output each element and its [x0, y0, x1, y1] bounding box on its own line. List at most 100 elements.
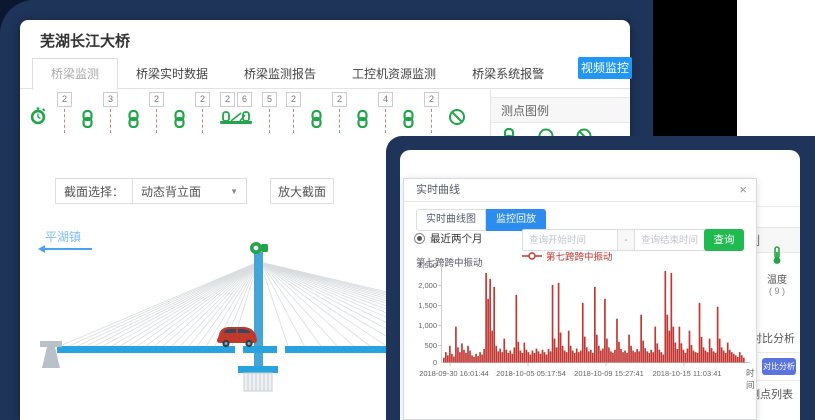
range-separator: -	[618, 229, 634, 251]
abutment	[40, 341, 62, 368]
section-select-dropdown[interactable]: 动态背立面 ▼	[132, 179, 246, 203]
link-icon[interactable]	[173, 110, 186, 128]
dashed-line	[293, 109, 294, 133]
chevron-down-icon: ▼	[230, 187, 238, 196]
sensor-count-badge: 2	[195, 92, 210, 107]
tab-monitor-report[interactable]: 桥梁监测报告	[226, 59, 334, 89]
camera-icon[interactable]	[250, 242, 268, 254]
dashed-line	[339, 109, 340, 133]
chart-bars	[443, 271, 745, 363]
svg-text:1,500: 1,500	[418, 301, 437, 310]
y-axis-labels: 2,500 2,000 1,500 1,000 500 0	[418, 261, 437, 367]
sensor-marker: 4	[378, 92, 393, 133]
link-sensor[interactable]	[402, 92, 415, 128]
x-axis-name: 时间	[746, 367, 756, 391]
link-icon[interactable]	[127, 110, 140, 128]
close-icon[interactable]: ×	[739, 179, 747, 201]
bridge-tower	[254, 252, 263, 374]
link-icon[interactable]	[310, 110, 323, 128]
radio-label: 最近两个月	[430, 231, 483, 246]
realtime-curve-dialog: 实时曲线 × 实时曲线图 监控回放 最近两个月 - 查询 第七跨跨中振动 第七跨…	[403, 178, 757, 420]
tab-bridge-monitor[interactable]: 桥梁监测	[32, 58, 118, 90]
sensor-count-badge: 3	[103, 92, 118, 107]
enlarge-section-button[interactable]: 放大截面	[270, 178, 334, 204]
tower-pier	[238, 366, 278, 391]
sensor-marker: 3	[103, 92, 118, 133]
link-sensor[interactable]	[81, 92, 94, 128]
ban-icon[interactable]	[448, 108, 466, 126]
video-monitor-button[interactable]: 视频监控	[578, 57, 632, 79]
dialog-tab-bar: 实时曲线图 监控回放	[416, 209, 546, 231]
svg-text:2018-09-30 16:01:44: 2018-09-30 16:01:44	[419, 369, 489, 378]
sensor-marker: 2	[286, 92, 301, 133]
sensor-count-badge: 2	[286, 92, 301, 107]
dialog-title: 实时曲线	[416, 179, 460, 201]
tab-ipc-resource[interactable]: 工控机资源监测	[334, 59, 454, 89]
svg-text:1,000: 1,000	[418, 321, 437, 330]
svg-text:2018-10-05 05:17:54: 2018-10-05 05:17:54	[496, 369, 566, 378]
temperature-legend-item[interactable]: 温度 ( 9 )	[755, 246, 799, 296]
link-icon[interactable]	[81, 110, 94, 128]
sensor-count-badge: 2	[57, 92, 72, 107]
link-sensor[interactable]	[173, 92, 186, 128]
link-sensor[interactable]	[310, 92, 323, 128]
svg-text:2,500: 2,500	[418, 261, 437, 270]
tab-monitor-playback[interactable]: 监控回放	[486, 209, 546, 231]
dashed-line	[385, 109, 386, 133]
sensor-marker: 2	[57, 92, 72, 133]
link-icon[interactable]	[356, 110, 369, 128]
dashed-line	[431, 109, 432, 133]
x-axis-labels: 2018-09-30 16:01:44 2018-10-05 05:17:54 …	[419, 369, 721, 378]
search-button[interactable]: 查询	[704, 229, 744, 251]
recent-two-months-radio[interactable]: 最近两个月	[414, 231, 483, 246]
sensor-marker: 5	[262, 92, 277, 133]
dashed-line	[269, 109, 270, 133]
sensor-count-badge: 2	[424, 92, 439, 107]
sensor-count-badge: 2	[332, 92, 347, 107]
dashed-line	[64, 109, 65, 133]
clock-icon[interactable]	[28, 106, 48, 126]
section-select-group: 截面选择： 动态背立面 ▼	[55, 178, 247, 204]
tab-realtime-curve[interactable]: 实时曲线图	[416, 209, 486, 231]
tab-system-alarm[interactable]: 桥梁系统报警	[454, 59, 562, 89]
sensor-count-badge: 2	[149, 92, 164, 107]
car	[217, 327, 257, 347]
link-sensor[interactable]	[127, 92, 140, 128]
sensor-count-badge: 2	[220, 92, 235, 107]
sensor-marker: 2	[195, 92, 210, 133]
sensor-count-badge: 4	[378, 92, 393, 107]
sensor-marker: 2	[424, 92, 439, 133]
link-icon[interactable]	[402, 110, 415, 128]
screen: 芜湖长江大桥 桥梁监测 桥梁实时数据 桥梁监测报告 工控机资源监测 桥梁系统报警…	[0, 0, 815, 420]
temperature-count: ( 9 )	[755, 286, 799, 296]
vibration-chart: 2,500 2,000 1,500 1,000 500 0 2018-09-30…	[410, 259, 758, 393]
thermometer-icon	[771, 252, 783, 269]
radio-icon	[414, 233, 425, 244]
tab-realtime-data[interactable]: 桥梁实时数据	[118, 59, 226, 89]
main-tab-bar: 桥梁监测 桥梁实时数据 桥梁监测报告 工控机资源监测 桥梁系统报警	[32, 58, 562, 89]
svg-text:0: 0	[433, 358, 437, 367]
dashed-line	[110, 109, 111, 133]
sensor-count-badge: 6	[237, 92, 252, 107]
link-sensor[interactable]	[356, 92, 369, 128]
temperature-label: 温度	[755, 271, 799, 286]
compare-analysis-button[interactable]: 对比分析	[762, 358, 796, 375]
ban-sensor[interactable]	[448, 92, 466, 126]
page-title: 芜湖长江大桥	[40, 30, 130, 51]
sensor-marker: 2	[332, 92, 347, 133]
svg-text:2,000: 2,000	[418, 281, 437, 290]
black-region	[653, 0, 737, 138]
bridge-sensor-group[interactable]: 26	[219, 92, 253, 127]
dashed-line	[202, 109, 203, 133]
legend-panel-header: 测点图例	[491, 97, 630, 123]
section-select-label: 截面选择：	[56, 183, 132, 200]
dialog-title-divider	[404, 201, 756, 202]
dashed-line	[156, 109, 157, 133]
sensor-marker: 2	[149, 92, 164, 133]
sensor-count-badge: 5	[262, 92, 277, 107]
svg-text:2018-10-09 15:27:41: 2018-10-09 15:27:41	[574, 369, 644, 378]
section-select-value: 动态背立面	[141, 183, 201, 200]
bridge-sensor-icon[interactable]	[219, 109, 253, 127]
clock-sensor[interactable]	[28, 92, 48, 126]
white-region	[737, 0, 815, 140]
